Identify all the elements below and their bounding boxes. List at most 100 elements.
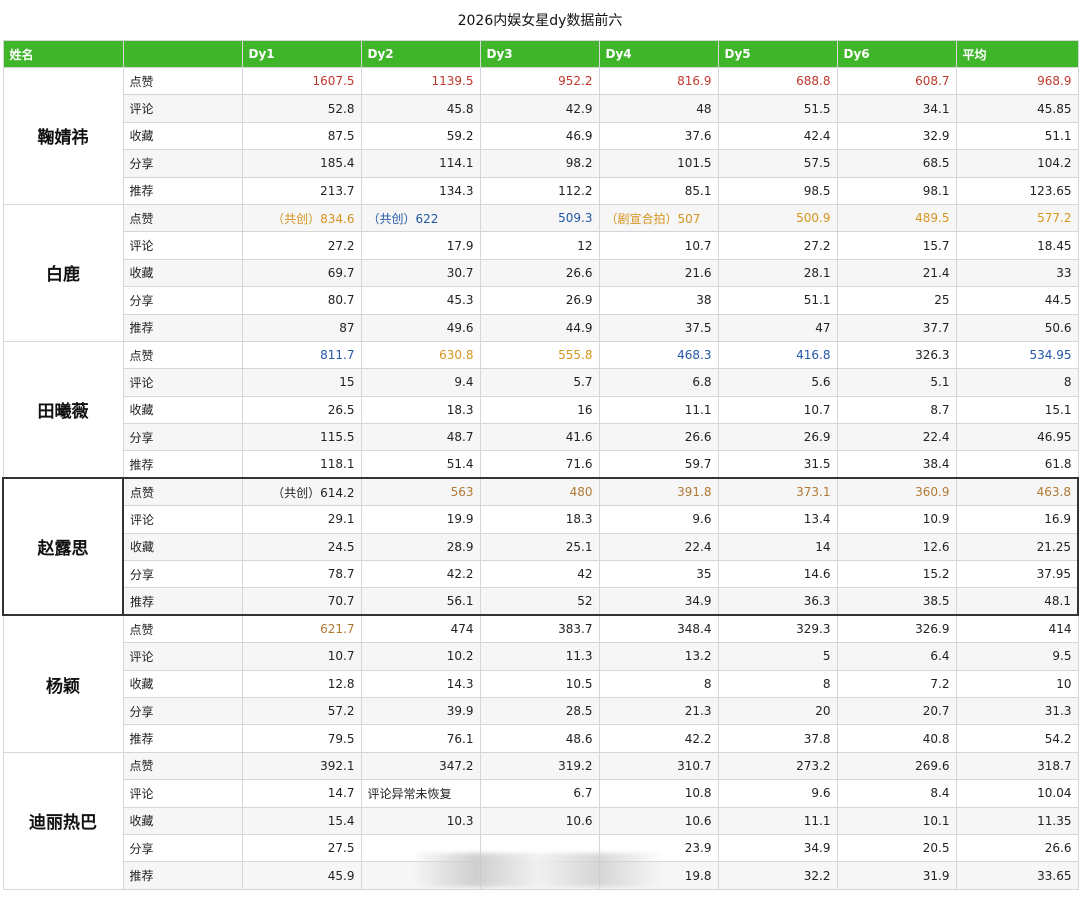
metric-label-cell[interactable]: 收藏 xyxy=(122,258,243,288)
value-cell[interactable]: 47 xyxy=(717,313,838,342)
value-cell[interactable]: 48 xyxy=(598,94,719,123)
value-cell[interactable]: 22.4 xyxy=(598,532,719,562)
value-cell[interactable]: 10.9 xyxy=(836,505,957,534)
value-cell[interactable]: 5 xyxy=(717,642,838,671)
value-cell[interactable]: 6.7 xyxy=(479,779,600,808)
value-cell[interactable]: 21.3 xyxy=(598,696,719,726)
average-value-cell[interactable]: 414 xyxy=(955,614,1079,644)
value-cell[interactable]: 52 xyxy=(479,587,600,617)
average-value-cell[interactable]: 61.8 xyxy=(955,450,1079,479)
value-cell[interactable]: 8 xyxy=(598,669,719,698)
metric-label-cell[interactable]: 点赞 xyxy=(122,66,243,96)
person-name-cell[interactable]: 田曦薇 xyxy=(2,340,124,479)
value-cell[interactable]: 10.2 xyxy=(360,642,481,671)
value-cell[interactable]: 56.1 xyxy=(360,587,481,617)
average-value-cell[interactable]: 33 xyxy=(955,258,1079,288)
value-cell[interactable]: 8.4 xyxy=(836,779,957,808)
value-cell[interactable]: 14.3 xyxy=(360,669,481,698)
value-cell[interactable]: 9.6 xyxy=(598,505,719,534)
value-cell[interactable]: 76.1 xyxy=(360,724,481,753)
average-value-cell[interactable]: 54.2 xyxy=(955,724,1079,753)
value-cell[interactable]: 51.1 xyxy=(717,286,838,315)
value-cell[interactable]: 46.9 xyxy=(479,121,600,151)
metric-label-cell[interactable]: 分享 xyxy=(122,286,243,315)
value-cell[interactable]: 15 xyxy=(241,368,362,397)
person-name-cell[interactable]: 鞠婧祎 xyxy=(2,67,124,205)
value-cell[interactable]: 10.8 xyxy=(598,779,719,808)
value-cell[interactable]: 79.5 xyxy=(241,724,362,753)
value-cell[interactable]: 16 xyxy=(479,395,600,425)
metric-label-cell[interactable]: 评论 xyxy=(122,368,243,397)
value-cell[interactable]: 57.2 xyxy=(241,696,362,726)
header-name[interactable]: 姓名 xyxy=(2,40,124,68)
value-cell[interactable]: 87.5 xyxy=(241,121,362,151)
person-name-cell[interactable]: 赵露思 xyxy=(2,477,124,617)
value-cell[interactable]: 45.3 xyxy=(360,286,481,315)
metric-label-cell[interactable]: 点赞 xyxy=(122,477,243,507)
value-cell[interactable]: 30.7 xyxy=(360,258,481,288)
value-cell[interactable]: 26.6 xyxy=(479,258,600,288)
value-cell[interactable]: 326.9 xyxy=(836,614,957,644)
value-cell[interactable]: 21.6 xyxy=(598,258,719,288)
value-cell[interactable]: 26.5 xyxy=(241,395,362,425)
value-cell[interactable]: （共创）834.6 xyxy=(241,203,362,233)
value-cell[interactable]: 42.2 xyxy=(598,724,719,753)
value-cell[interactable]: 26.9 xyxy=(479,286,600,315)
value-cell[interactable]: 13.4 xyxy=(717,505,838,534)
value-cell[interactable]: 15.4 xyxy=(241,806,362,835)
value-cell[interactable]: 52.8 xyxy=(241,94,362,123)
value-cell[interactable]: 509.3 xyxy=(479,203,600,233)
value-cell[interactable]: 21.4 xyxy=(836,258,957,288)
average-value-cell[interactable]: 45.85 xyxy=(955,94,1079,123)
metric-label-cell[interactable]: 推荐 xyxy=(122,724,243,753)
value-cell[interactable]: 15.2 xyxy=(836,560,957,589)
value-cell[interactable]: 5.1 xyxy=(836,368,957,397)
average-value-cell[interactable]: 26.6 xyxy=(955,833,1079,863)
value-cell[interactable]: 391.8 xyxy=(598,477,719,507)
average-value-cell[interactable]: 11.35 xyxy=(955,806,1079,835)
metric-label-cell[interactable]: 分享 xyxy=(122,423,243,452)
value-cell[interactable]: 28.1 xyxy=(717,258,838,288)
value-cell[interactable]: 31.5 xyxy=(717,450,838,479)
average-value-cell[interactable]: 33.65 xyxy=(955,861,1079,890)
average-value-cell[interactable]: 123.65 xyxy=(955,176,1079,205)
value-cell[interactable]: 87 xyxy=(241,313,362,342)
metric-label-cell[interactable]: 点赞 xyxy=(122,614,243,644)
value-cell[interactable]: 952.2 xyxy=(479,66,600,96)
average-value-cell[interactable]: 9.5 xyxy=(955,642,1079,671)
value-cell[interactable]: 98.5 xyxy=(717,176,838,205)
value-cell[interactable]: 38.4 xyxy=(836,450,957,479)
value-cell[interactable]: 18.3 xyxy=(360,395,481,425)
value-cell[interactable]: 7.2 xyxy=(836,669,957,698)
value-cell[interactable]: 10.7 xyxy=(598,231,719,260)
value-cell[interactable]: 6.4 xyxy=(836,642,957,671)
value-cell[interactable]: 555.8 xyxy=(479,340,600,370)
value-cell[interactable]: 26.6 xyxy=(598,423,719,452)
value-cell[interactable]: 563 xyxy=(360,477,481,507)
value-cell[interactable]: 42.2 xyxy=(360,560,481,589)
value-cell[interactable]: 34.1 xyxy=(836,94,957,123)
value-cell[interactable]: 25.1 xyxy=(479,532,600,562)
metric-label-cell[interactable]: 收藏 xyxy=(122,669,243,698)
average-value-cell[interactable]: 463.8 xyxy=(955,477,1079,507)
value-cell[interactable]: 273.2 xyxy=(717,751,838,781)
value-cell[interactable]: （剧宣合拍）507 xyxy=(598,203,719,233)
value-cell[interactable]: 评论异常未恢复 xyxy=(360,779,481,808)
value-cell[interactable]: 35 xyxy=(598,560,719,589)
value-cell[interactable]: 42.4 xyxy=(717,121,838,151)
average-value-cell[interactable]: 18.45 xyxy=(955,231,1079,260)
metric-label-cell[interactable]: 分享 xyxy=(122,696,243,726)
value-cell[interactable]: 22.4 xyxy=(836,423,957,452)
value-cell[interactable]: 27.2 xyxy=(241,231,362,260)
value-cell[interactable]: 37.6 xyxy=(598,121,719,151)
value-cell[interactable]: 51.5 xyxy=(717,94,838,123)
header-dy6[interactable]: Dy6 xyxy=(836,40,957,68)
value-cell[interactable]: 68.5 xyxy=(836,149,957,178)
value-cell[interactable]: 269.6 xyxy=(836,751,957,781)
average-value-cell[interactable]: 10.04 xyxy=(955,779,1079,808)
value-cell[interactable]: 69.7 xyxy=(241,258,362,288)
value-cell[interactable]: 10.6 xyxy=(479,806,600,835)
metric-label-cell[interactable]: 点赞 xyxy=(122,751,243,781)
value-cell[interactable]: 5.6 xyxy=(717,368,838,397)
value-cell[interactable]: 500.9 xyxy=(717,203,838,233)
